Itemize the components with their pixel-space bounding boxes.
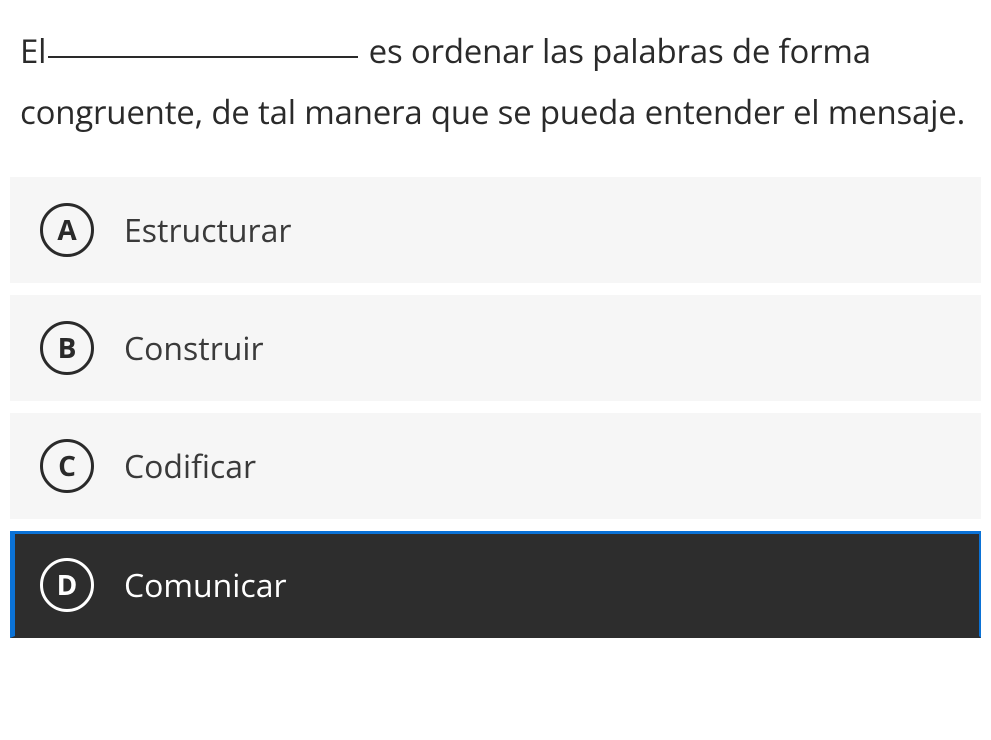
fill-blank bbox=[48, 56, 358, 58]
option-d[interactable]: D Comunicar bbox=[10, 531, 981, 638]
option-label: Codificar bbox=[124, 445, 256, 488]
option-a[interactable]: A Estructurar bbox=[10, 177, 981, 283]
option-label: Estructurar bbox=[124, 209, 291, 252]
question-prefix: El bbox=[20, 28, 46, 73]
quiz-container: El es ordenar las palabras de forma cong… bbox=[0, 0, 991, 638]
option-letter: C bbox=[40, 439, 94, 493]
option-c[interactable]: C Codificar bbox=[10, 413, 981, 519]
option-b[interactable]: B Construir bbox=[10, 295, 981, 401]
option-letter: D bbox=[40, 558, 94, 612]
option-label: Construir bbox=[124, 327, 264, 370]
option-letter: A bbox=[40, 203, 94, 257]
options-list: A Estructurar B Construir C Codificar D … bbox=[10, 177, 981, 638]
question-text: El es ordenar las palabras de forma cong… bbox=[20, 20, 981, 142]
question-suffix: es ordenar las palabras de forma congrue… bbox=[20, 28, 965, 134]
option-letter: B bbox=[40, 321, 94, 375]
option-label: Comunicar bbox=[124, 564, 287, 607]
